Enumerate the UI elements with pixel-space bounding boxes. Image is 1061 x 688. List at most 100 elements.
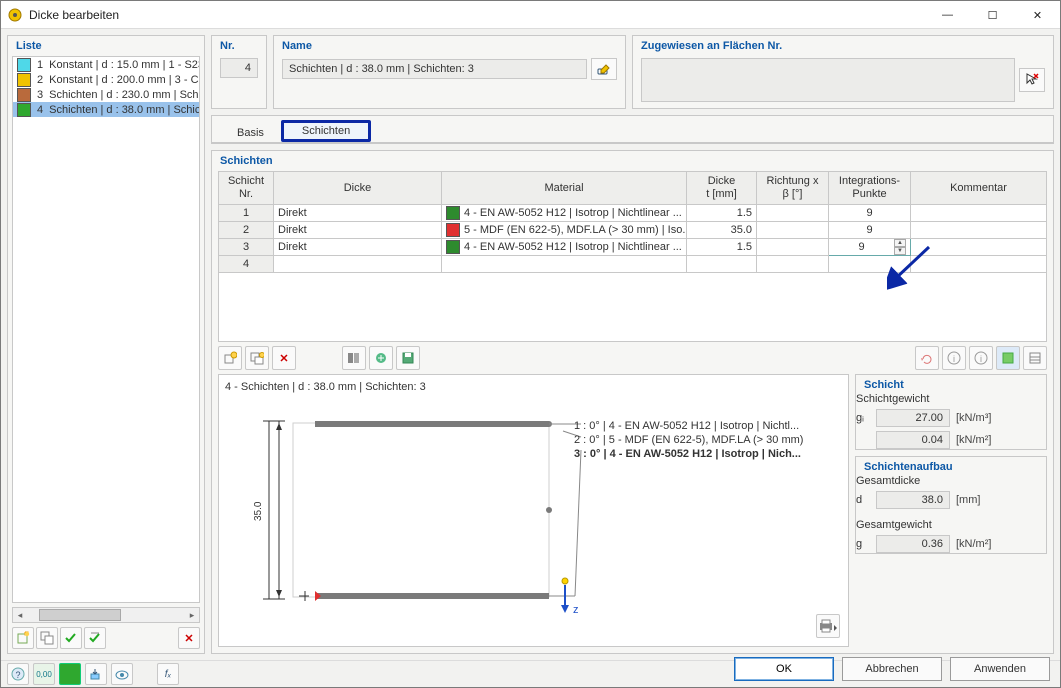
col-kommentar[interactable]: Kommentar (911, 172, 1047, 205)
rename-button[interactable] (591, 58, 617, 80)
d-label: d (856, 494, 870, 506)
delete-layer-button[interactable]: ✕ (272, 346, 296, 370)
info-1-button[interactable]: i (942, 346, 966, 370)
help-button[interactable]: ? (7, 663, 29, 685)
ga-unit: [kN/m²] (956, 434, 991, 446)
svg-text:z: z (573, 604, 579, 616)
list-item[interactable]: 3 Schichten | d : 230.0 mm | Schich (13, 87, 199, 102)
layer-build-header: Schichtenaufbau (856, 457, 1046, 473)
layers-table-empty-area (218, 273, 1047, 342)
color-swatch-icon (17, 103, 31, 117)
color-button[interactable] (59, 663, 81, 685)
layer-stack-diagram: 35.0 (239, 403, 589, 623)
list-horizontal-scrollbar[interactable]: ◂▸ (12, 607, 200, 623)
layers-panel-header: Schichten (212, 151, 1053, 167)
col-integ[interactable]: Integrations-Punkte (829, 172, 911, 205)
layer-weight-header: Schicht (856, 375, 1046, 391)
layer-weight-panel: Schicht Schichtgewicht gᵢ 27.00 [kN/m³] (855, 374, 1047, 450)
layers-table[interactable]: SchichtNr. Dicke Material Dicket [mm] Ri… (218, 171, 1047, 273)
table-row[interactable]: 3Direkt4 - EN AW-5052 H12 | Isotrop | Ni… (219, 239, 1047, 256)
list-panel-header: Liste (8, 36, 204, 52)
preview-button[interactable] (111, 663, 133, 685)
ga-value: 0.04 (876, 431, 950, 449)
apply-button[interactable]: Anwenden (950, 657, 1050, 681)
rotate-button[interactable] (915, 346, 939, 370)
col-richtung[interactable]: Richtung xβ [°] (757, 172, 829, 205)
list-item-index: 1 (37, 59, 43, 71)
number-panel: Nr. 4 (211, 35, 267, 109)
total-weight-label: Gesamtgewicht (856, 519, 1046, 531)
window-close-button[interactable]: ✕ (1015, 1, 1060, 29)
pick-surfaces-button[interactable] (1019, 68, 1045, 92)
material-swatch-icon (446, 223, 460, 237)
copy-item-button[interactable] (36, 627, 58, 649)
list-item-label: Schichten | d : 230.0 mm | Schich (49, 89, 199, 101)
add-layer-button[interactable] (218, 346, 242, 370)
check-up-button[interactable] (84, 627, 106, 649)
table-row[interactable]: 2Direkt5 - MDF (EN 622-5), MDF.LA (> 30 … (219, 222, 1047, 239)
list-item-label: Konstant | d : 15.0 mm | 1 - S235 (49, 59, 199, 71)
assign-button[interactable] (85, 663, 107, 685)
total-thickness-label: Gesamtdicke (856, 475, 1046, 487)
window-maximize-button[interactable]: ☐ (970, 1, 1015, 29)
preview-title: 4 - Schichten | d : 38.0 mm | Schichten:… (225, 381, 842, 393)
cursor-delete-icon (1025, 72, 1039, 89)
number-field[interactable]: 4 (220, 58, 258, 78)
preview-panel: 4 - Schichten | d : 38.0 mm | Schichten:… (218, 374, 849, 647)
list-item-label: Konstant | d : 200.0 mm | 3 - C30 (49, 74, 199, 86)
window-title: Dicke bearbeiten (29, 8, 925, 22)
name-field[interactable]: Schichten | d : 38.0 mm | Schichten: 3 (282, 59, 587, 79)
gi-unit: [kN/m³] (956, 412, 991, 424)
col-schicht-nr[interactable]: SchichtNr. (219, 172, 274, 205)
save-layer-button[interactable] (396, 346, 420, 370)
duplicate-layer-button[interactable] (245, 346, 269, 370)
color-swatch-icon (17, 88, 31, 102)
col-dicke[interactable]: Dicke (274, 172, 442, 205)
assigned-surfaces-panel: Zugewiesen an Flächen Nr. (632, 35, 1054, 109)
check-down-button[interactable] (60, 627, 82, 649)
layer-build-panel: Schichtenaufbau Gesamtdicke d 38.0 [mm] (855, 456, 1047, 554)
col-dicke-t[interactable]: Dicket [mm] (687, 172, 757, 205)
tab-schichten[interactable]: Schichten (281, 120, 371, 142)
svg-text:i: i (980, 354, 982, 364)
gi-label: gᵢ (856, 412, 870, 424)
units-button[interactable]: 0,00 (33, 663, 55, 685)
list-item[interactable]: 2Konstant | d : 200.0 mm | 3 - C30 (13, 72, 199, 87)
view-2-button[interactable] (1023, 346, 1047, 370)
thickness-list[interactable]: 1 Konstant | d : 15.0 mm | 1 - S2352Konst… (12, 56, 200, 603)
print-preview-button[interactable] (816, 614, 840, 638)
tabbed-panel: Basis Schichten (211, 115, 1054, 144)
cancel-button[interactable]: Abbrechen (842, 657, 942, 681)
assigned-surfaces-field[interactable] (641, 58, 1015, 102)
name-label: Name (274, 36, 625, 52)
fx-button[interactable]: fₓ (157, 663, 179, 685)
svg-text:35.0: 35.0 (253, 501, 264, 521)
info-2-button[interactable]: i (969, 346, 993, 370)
layers-panel: Schichten (211, 150, 1054, 654)
app-icon (7, 7, 23, 23)
view-1-button[interactable] (996, 346, 1020, 370)
name-panel: Name Schichten | d : 38.0 mm | Schichten… (273, 35, 626, 109)
list-item-index: 3 (37, 89, 43, 101)
color-swatch-icon (17, 73, 31, 87)
number-label: Nr. (212, 36, 266, 52)
new-item-button[interactable] (12, 627, 34, 649)
list-item[interactable]: 1 Konstant | d : 15.0 mm | 1 - S235 (13, 57, 199, 72)
g-label: g (856, 538, 870, 550)
g-unit: [kN/m²] (956, 538, 991, 550)
g-value: 0.36 (876, 535, 950, 553)
library-button[interactable] (342, 346, 366, 370)
list-item-index: 4 (37, 104, 43, 116)
d-value: 38.0 (876, 491, 950, 509)
table-row[interactable]: 4 (219, 256, 1047, 273)
delete-item-button[interactable]: ✕ (178, 627, 200, 649)
svg-text:i: i (953, 354, 955, 364)
tab-basis[interactable]: Basis (220, 122, 281, 143)
col-material[interactable]: Material (442, 172, 687, 205)
list-item[interactable]: 4Schichten | d : 38.0 mm | Schicht (13, 102, 199, 117)
ok-button[interactable]: OK (734, 657, 834, 681)
d-unit: [mm] (956, 494, 980, 506)
table-row[interactable]: 1Direkt4 - EN AW-5052 H12 | Isotrop | Ni… (219, 205, 1047, 222)
window-minimize-button[interactable]: — (925, 1, 970, 29)
import-button[interactable] (369, 346, 393, 370)
